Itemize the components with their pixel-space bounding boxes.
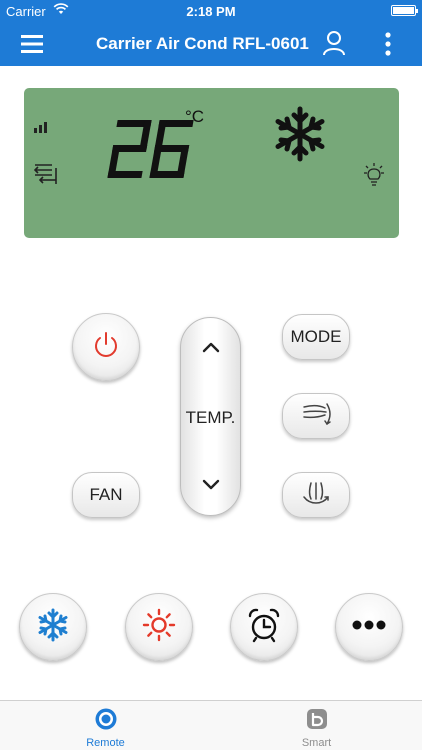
snowflake-icon: [274, 106, 326, 167]
smart-b-icon: [305, 707, 329, 731]
power-button[interactable]: [72, 313, 140, 381]
temperature-down-button[interactable]: [181, 470, 240, 504]
temperature-readout: [104, 118, 194, 180]
status-bar: Carrier 2:18 PM: [0, 0, 422, 22]
remote-target-icon: [94, 707, 118, 731]
heat-mode-button[interactable]: [125, 593, 193, 661]
swing-horizontal-icon: [301, 401, 331, 432]
hamburger-menu-icon[interactable]: [20, 32, 44, 56]
page-title: Carrier Air Cond RFL-0601: [96, 34, 309, 53]
mode-button[interactable]: MODE: [282, 314, 350, 360]
signal-bars-icon: [34, 120, 48, 138]
tab-smart-label: Smart: [301, 737, 332, 749]
timer-button[interactable]: [230, 593, 298, 661]
temperature-unit: °C: [185, 107, 205, 126]
snowflake-icon: [36, 608, 70, 647]
sun-icon: [142, 608, 176, 647]
swing-horizontal-button[interactable]: [282, 393, 350, 439]
fan-button[interactable]: FAN: [72, 472, 140, 518]
chevron-down-icon: [202, 478, 220, 496]
nav-bar: Carrier Air Cond RFL-0601: [0, 22, 422, 66]
chevron-up-icon: [202, 340, 220, 358]
alarm-clock-icon: [246, 607, 282, 648]
tab-remote[interactable]: Remote: [0, 701, 211, 750]
tab-bar: Remote Smart: [0, 700, 422, 750]
user-icon[interactable]: [322, 30, 346, 56]
tab-smart[interactable]: Smart: [211, 701, 422, 750]
temperature-rocker: TEMP.: [180, 317, 241, 516]
status-time: 2:18 PM: [186, 4, 236, 19]
cool-mode-button[interactable]: [19, 593, 87, 661]
swing-vertical-icon: [300, 480, 332, 511]
vertical-more-icon[interactable]: [380, 30, 396, 58]
swing-vertical-button[interactable]: [282, 472, 350, 518]
swing-icon: [33, 162, 58, 191]
lcd-display: °C: [24, 88, 399, 238]
temperature-up-button[interactable]: [181, 332, 240, 366]
tab-remote-label: Remote: [86, 737, 125, 749]
light-bulb-icon: [361, 162, 387, 193]
power-icon: [91, 330, 121, 365]
battery-icon: [391, 5, 418, 16]
more-dots-icon: [351, 618, 387, 636]
temperature-label: TEMP.: [185, 408, 236, 427]
more-options-button[interactable]: [335, 593, 403, 661]
